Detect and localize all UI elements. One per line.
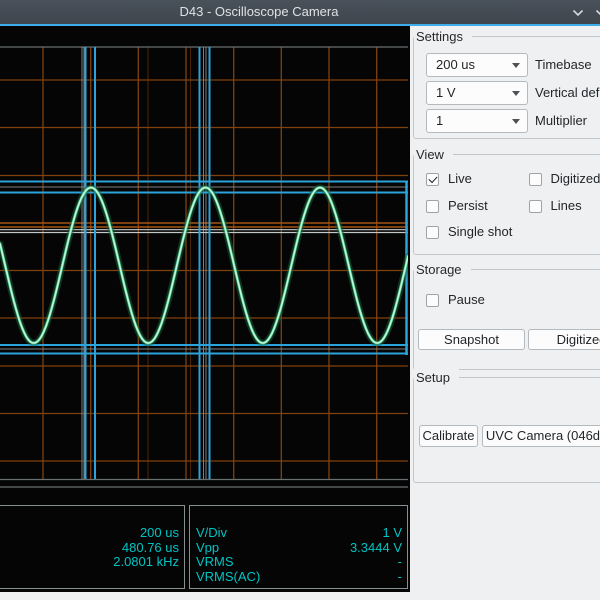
- field-label-timebase: Timebase: [535, 57, 592, 72]
- checkbox-label-digitized: Digitized: [550, 170, 600, 186]
- chevron-down-icon: [512, 119, 520, 124]
- voltage-measurement-row: Vpp 3.3444 V: [190, 539, 407, 556]
- control-panel: Settings 200 us Timebase 1 V Vertical defle…: [410, 26, 600, 600]
- checkbox-live[interactable]: [426, 172, 439, 186]
- checkbox-label-live: Live: [448, 170, 472, 186]
- calibrate-button[interactable]: Calibrate: [419, 425, 478, 447]
- dropdown-multiplier[interactable]: 1: [426, 109, 528, 133]
- dropdown-timebase[interactable]: 200 us: [426, 53, 528, 77]
- setup-group-title: Setup: [414, 368, 459, 388]
- voltage-measurement-row: VRMS -: [190, 555, 407, 570]
- chevron-down-icon: [512, 63, 520, 68]
- dropdown-value: 200 us: [436, 57, 476, 72]
- voltage-measurements-panel: V/Div 1 V Vpp 3.3444 V VRMS - VRMS(AC) -: [189, 505, 408, 589]
- measurement-label: V/Div: [196, 525, 228, 540]
- field-label-multiplier: Multiplier: [535, 113, 588, 128]
- field-label-vertical-deflec: Vertical deflec: [535, 85, 600, 100]
- measurement-value: 3.3444 V: [349, 539, 402, 555]
- snapshot-button[interactable]: Snapshot: [418, 329, 525, 350]
- window-title: D43 - Oscilloscope Camera: [179, 4, 339, 19]
- voltage-measurement-row: V/Div 1 V: [190, 525, 407, 541]
- checkbox-label-pause: Pause: [448, 291, 485, 307]
- dropdown-vertical-deflec[interactable]: 1 V: [426, 81, 528, 105]
- measurement-label: VRMS(AC): [196, 569, 261, 585]
- checkbox-label-persist: Persist: [448, 197, 488, 213]
- time-measurement-value: 200 us: [139, 525, 179, 540]
- view-group: View Live Digitized Persist Lines Single sho…: [413, 145, 600, 255]
- measurement-label: Vpp: [196, 539, 220, 555]
- chevron-down-icon: [512, 91, 520, 96]
- partial-titlebar-icon[interactable]: [595, 9, 600, 17]
- titlebar: D43 - Oscilloscope Camera: [0, 0, 600, 26]
- settings-group: Settings 200 us Timebase 1 V Vertical defle…: [413, 27, 600, 139]
- digitized-d-button[interactable]: Digitized D: [528, 329, 600, 350]
- checkbox-lines[interactable]: [528, 199, 542, 213]
- setup-group: Setup CalibrateUVC Camera (046d:08: [413, 368, 600, 483]
- measurement-value: 1 V: [382, 525, 402, 540]
- uvc-camera-046d-08-button[interactable]: UVC Camera (046d:08: [482, 425, 600, 447]
- chevron-down-icon[interactable]: [572, 9, 584, 17]
- checkbox-digitized[interactable]: [528, 172, 542, 186]
- voltage-measurement-row: VRMS(AC) -: [190, 569, 407, 585]
- checkbox-label-single-shot: Single shot: [448, 224, 513, 239]
- settings-group-title: Settings: [414, 27, 472, 47]
- measurement-value: -: [397, 554, 402, 570]
- checkbox-persist[interactable]: [426, 199, 439, 213]
- view-group-title: View: [414, 145, 453, 165]
- dropdown-value: 1 V: [436, 85, 456, 100]
- time-measurement-value: 2.0801 kHz: [113, 554, 179, 570]
- measurement-value: -: [397, 569, 402, 585]
- checkbox-label-lines: Lines: [550, 197, 582, 213]
- checkbox-pause[interactable]: [426, 293, 439, 307]
- measurement-label: VRMS: [196, 554, 234, 570]
- storage-group-title: Storage: [414, 260, 471, 280]
- dropdown-value: 1: [436, 113, 444, 128]
- time-measurements-panel: 200 us 480.76 us 2.0801 kHz: [0, 505, 185, 589]
- checkbox-single-shot[interactable]: [426, 226, 439, 239]
- oscilloscope-camera-view: 200 us 480.76 us 2.0801 kHz V/Div 1 V Vpp 3.3…: [0, 26, 410, 592]
- storage-group: Storage Pause SnapshotDigitized D: [413, 260, 600, 370]
- time-measurement-value: 480.76 us: [121, 539, 179, 555]
